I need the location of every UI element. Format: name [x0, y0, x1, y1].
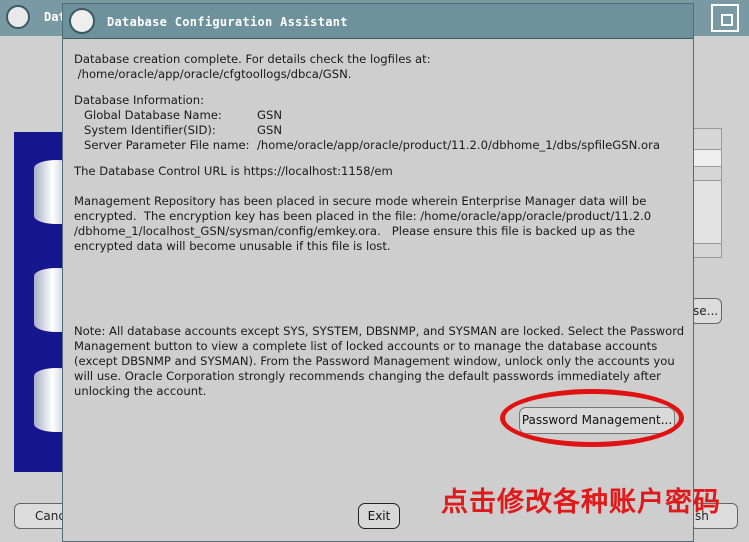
logfile-path: /home/oracle/app/oracle/cfgtoollogs/dbca…	[74, 67, 352, 81]
note-line: unlocking the account.	[74, 384, 207, 398]
browse-button[interactable]: se...	[690, 298, 722, 324]
note-line: (except DBSNMP and SYSMAN). From the Pas…	[74, 354, 675, 368]
repository-line: encrypted data will become unusable if t…	[74, 239, 391, 253]
repository-line: /dbhome_1/localhost_GSN/sysman/config/em…	[74, 224, 635, 238]
cancel-button-label: Canc	[35, 509, 65, 523]
completion-message: Database creation complete. For details …	[74, 52, 431, 66]
dialog-title: Database Configuration Assistant	[107, 15, 348, 29]
global-db-name-value: GSN	[257, 108, 283, 122]
exit-button[interactable]: Exit	[358, 503, 400, 529]
background-field[interactable]	[690, 149, 722, 167]
exit-button-label: Exit	[367, 509, 391, 523]
disk-icon	[34, 160, 64, 224]
spfile-value: /home/oracle/app/oracle/product/11.2.0/d…	[257, 138, 660, 152]
dialog-titlebar[interactable]: Database Configuration Assistant	[63, 4, 693, 39]
window-menu-icon[interactable]	[6, 5, 30, 29]
sid-label: System Identifier(SID):	[84, 123, 216, 137]
note-line: Management button to view a complete lis…	[74, 339, 658, 353]
highlight-ellipse	[500, 389, 684, 447]
repository-line: Management Repository has been placed in…	[74, 194, 647, 208]
annotation-text: 点击修改各种账户密码	[441, 487, 721, 518]
browse-button-label: se...	[693, 304, 719, 318]
info-heading: Database Information:	[74, 93, 205, 107]
note-line: will use. Oracle Corporation strongly re…	[74, 369, 661, 383]
disk-icon	[34, 368, 64, 432]
background-field[interactable]	[690, 180, 722, 244]
database-illustration	[14, 132, 64, 472]
sid-value: GSN	[257, 123, 283, 137]
repository-line: encrypted. The encryption key has been p…	[74, 209, 652, 223]
control-url: The Database Control URL is https://loca…	[74, 164, 393, 178]
disk-icon	[34, 268, 64, 332]
maximize-icon[interactable]	[711, 4, 739, 32]
note-line: Note: All database accounts except SYS, …	[74, 324, 685, 338]
dbca-completion-dialog: Database Configuration Assistant Databas…	[62, 3, 694, 542]
spfile-label: Server Parameter File name:	[84, 138, 250, 152]
window-menu-icon[interactable]	[69, 8, 95, 34]
global-db-name-label: Global Database Name:	[84, 108, 222, 122]
dialog-content: Database creation complete. For details …	[63, 39, 693, 541]
